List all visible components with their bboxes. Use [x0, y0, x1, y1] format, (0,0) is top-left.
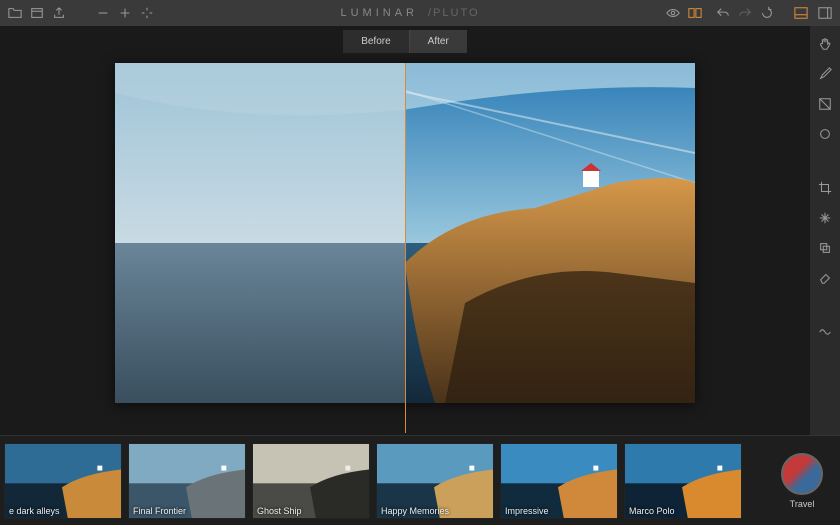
- preset-strip: e dark alleys Final Frontier Ghost Ship …: [0, 435, 840, 525]
- photo-compare[interactable]: [115, 63, 695, 403]
- preset-label: e dark alleys: [9, 506, 60, 516]
- preset-label: Marco Polo: [629, 506, 675, 516]
- gradient-icon[interactable]: [817, 96, 833, 112]
- app-window: LUMINAR/PLUTO Before After: [0, 0, 840, 525]
- erase-icon[interactable]: [817, 270, 833, 286]
- category-icon: [781, 453, 823, 495]
- preset-label: Ghost Ship: [257, 506, 302, 516]
- fit-icon[interactable]: [140, 6, 154, 20]
- compare-icon[interactable]: [688, 6, 702, 20]
- compare-tabs: Before After: [343, 30, 467, 53]
- preset-label: Final Frontier: [133, 506, 186, 516]
- hand-icon[interactable]: [817, 36, 833, 52]
- preset-label: Happy Memories: [381, 506, 449, 516]
- transform-icon[interactable]: [817, 210, 833, 226]
- eye-icon[interactable]: [666, 6, 680, 20]
- side-panel-icon[interactable]: [818, 6, 832, 20]
- preset-thumb[interactable]: Ghost Ship: [252, 443, 370, 519]
- reset-icon[interactable]: [760, 6, 774, 20]
- redo-icon[interactable]: [738, 6, 752, 20]
- compare-divider[interactable]: [405, 63, 406, 433]
- preset-thumb[interactable]: Final Frontier: [128, 443, 246, 519]
- clone-icon[interactable]: [817, 240, 833, 256]
- top-toolbar: LUMINAR/PLUTO: [0, 0, 840, 26]
- share-icon[interactable]: [52, 6, 66, 20]
- plus-icon[interactable]: [118, 6, 132, 20]
- radial-icon[interactable]: [817, 126, 833, 142]
- app-name: LUMINAR: [340, 7, 418, 19]
- minus-icon[interactable]: [96, 6, 110, 20]
- denoise-icon[interactable]: [817, 324, 833, 340]
- app-title: LUMINAR/PLUTO: [154, 7, 666, 19]
- preset-label: Impressive: [505, 506, 549, 516]
- canvas-area: Before After: [0, 26, 810, 435]
- tab-after[interactable]: After: [410, 30, 467, 53]
- preset-thumb[interactable]: e dark alleys: [4, 443, 122, 519]
- preset-thumb[interactable]: Impressive: [500, 443, 618, 519]
- app-subtitle: /PLUTO: [428, 7, 480, 19]
- undo-icon[interactable]: [716, 6, 730, 20]
- preset-thumb[interactable]: Marco Polo: [624, 443, 742, 519]
- crop-icon[interactable]: [817, 180, 833, 196]
- main-area: Before After: [0, 26, 840, 435]
- preset-category[interactable]: Travel: [774, 443, 830, 519]
- presets-panel-icon[interactable]: [794, 6, 808, 20]
- tab-before[interactable]: Before: [343, 30, 409, 53]
- preset-thumb[interactable]: Happy Memories: [376, 443, 494, 519]
- category-label: Travel: [790, 499, 815, 509]
- folder-icon[interactable]: [8, 6, 22, 20]
- open-icon[interactable]: [30, 6, 44, 20]
- brush-icon[interactable]: [817, 66, 833, 82]
- right-toolbar: [810, 26, 840, 435]
